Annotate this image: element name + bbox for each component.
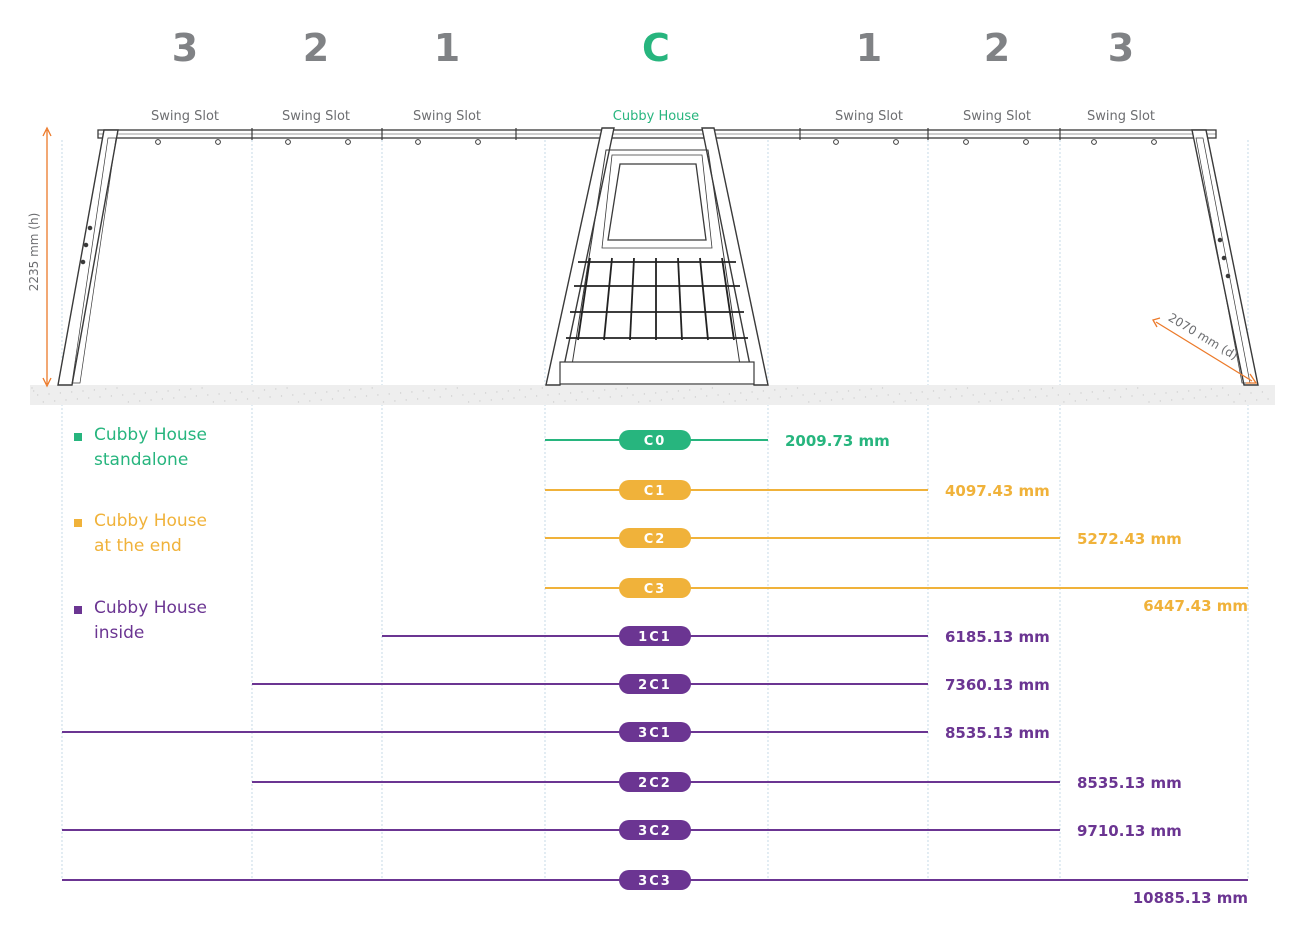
cubby-window [607,163,707,241]
config-length: 6447.43 mm [1143,597,1248,615]
config-code: C3 [644,582,667,597]
config-length: 8535.13 mm [1077,774,1182,792]
hook-icon [345,139,351,145]
config-length: 4097.43 mm [945,482,1050,500]
slot-headings: 3 2 1 C 1 2 3 [172,26,1134,70]
config-row-3c1: 3C1 8535.13 mm [62,722,1050,742]
slot-label: Swing Slot [151,109,219,124]
slot-heading: 3 [1108,26,1134,70]
left-a-frame [57,129,119,386]
slot-label: Swing Slot [413,109,481,124]
slot-labels: Swing Slot Swing Slot Swing Slot Cubby Hous… [151,109,1155,124]
ground-strip [30,385,1275,405]
config-row-3c2: 3C2 9710.13 mm [62,820,1182,840]
legend-label-line1: Cubby House [94,598,207,618]
hook-icon [963,139,969,145]
config-row-1c1: 1C1 6185.13 mm [382,626,1050,646]
config-code: C0 [644,434,667,449]
height-label: 2235 mm (h) [27,213,41,292]
hook-icon [893,139,899,145]
config-length: 8535.13 mm [945,724,1050,742]
slot-label: Cubby House [613,109,699,124]
legend-swatch-green [74,433,82,441]
cargo-net [566,257,748,341]
slot-label: Swing Slot [963,109,1031,124]
hook-icon [475,139,481,145]
config-code: 3C1 [638,726,672,741]
slot-heading: 2 [984,26,1010,70]
slot-label: Swing Slot [282,109,350,124]
config-code: C2 [644,532,667,547]
cubby-platform [559,361,755,385]
config-row-2c1: 2C1 7360.13 mm [252,674,1050,694]
config-code: C1 [644,484,667,499]
slot-label: Swing Slot [1087,109,1155,124]
config-length: 9710.13 mm [1077,822,1182,840]
config-code: 3C3 [638,874,672,889]
config-length: 7360.13 mm [945,676,1050,694]
slot-heading: C [642,26,670,70]
hook-icon [1091,139,1097,145]
legend-swatch-orange [74,519,82,527]
hook-icon [415,139,421,145]
hook-icon [833,139,839,145]
config-code: 1C1 [638,630,672,645]
config-row-3c3: 3C3 10885.13 mm [62,870,1248,907]
height-dimension: 2235 mm (h) [27,126,52,388]
config-row-2c2: 2C2 8535.13 mm [252,772,1182,792]
config-length: 10885.13 mm [1133,889,1248,907]
slot-heading: 1 [856,26,882,70]
hook-icon [155,139,161,145]
legend-label-line2: inside [94,623,145,643]
legend-label-line1: Cubby House [94,511,207,531]
config-length: 5272.43 mm [1077,530,1182,548]
config-code: 2C2 [638,776,672,791]
legend-label-line2: at the end [94,536,182,556]
depth-label: 2070 mm (d) [1166,310,1241,362]
slot-label: Swing Slot [835,109,903,124]
config-row-c0: C0 2009.73 mm [545,430,890,450]
hook-icon [1023,139,1029,145]
slot-heading: 1 [434,26,460,70]
config-length: 2009.73 mm [785,432,890,450]
config-row-c1: C1 4097.43 mm [545,480,1050,500]
config-code: 3C2 [638,824,672,839]
cubby-house-frame [545,127,769,386]
config-row-c3: C3 6447.43 mm [545,578,1248,615]
slot-heading: 2 [303,26,329,70]
config-code: 2C1 [638,678,672,693]
legend-label-line2: standalone [94,450,189,470]
hook-icon [1151,139,1157,145]
slot-heading: 3 [172,26,198,70]
legend-label-line1: Cubby House [94,425,207,445]
hook-icon [285,139,291,145]
config-length: 6185.13 mm [945,628,1050,646]
config-row-c2: C2 5272.43 mm [545,528,1182,548]
hook-icon [215,139,221,145]
swing-frame [57,127,1259,386]
configuration-list: C0 2009.73 mm C1 4097.43 mm C2 5272.43 mm C3 64… [62,430,1248,907]
legend-swatch-purple [74,606,82,614]
